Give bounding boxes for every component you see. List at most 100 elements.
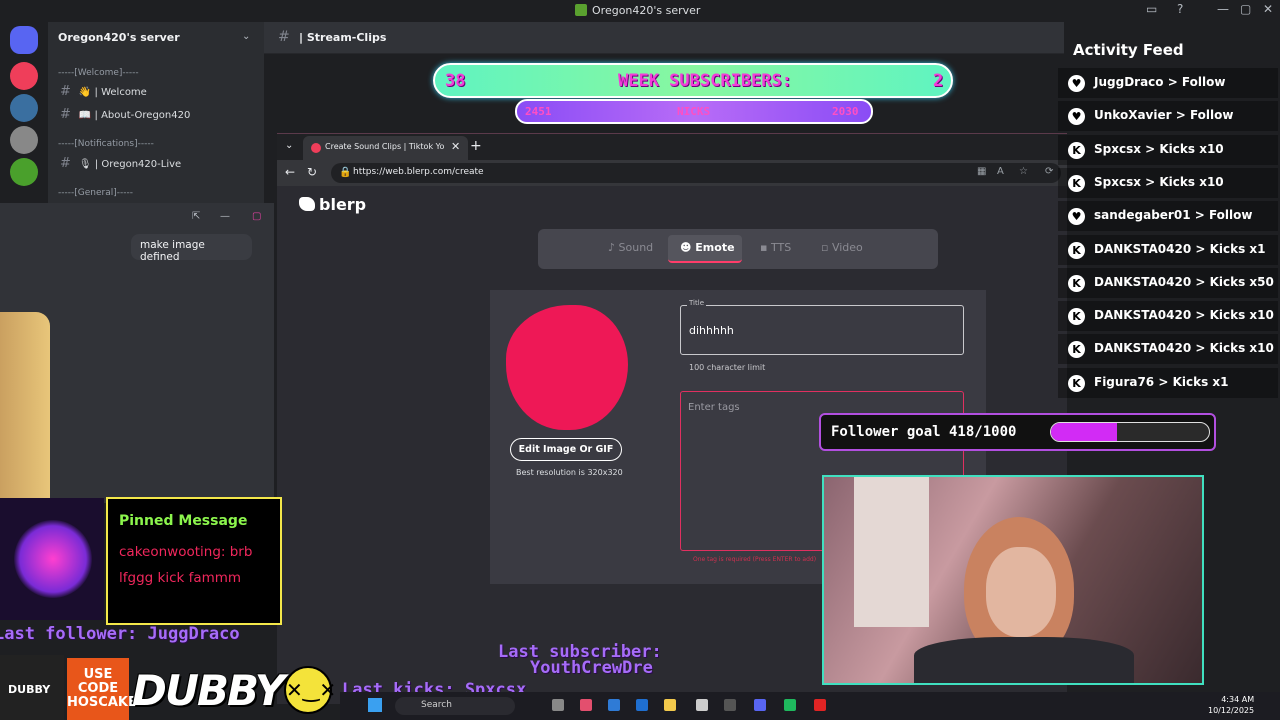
activity-feed-item: K DANKSTA0420 > Kicks x1 — [1058, 234, 1278, 265]
kick-icon: K — [1068, 274, 1085, 292]
follower-goal: Follower goal 418/1000 — [819, 413, 1216, 451]
channel-about[interactable]: # 📖 | About-Oregon420 — [60, 107, 190, 122]
activity-feed-text: Spxcsx > Kicks x10 — [1094, 141, 1224, 156]
follower-goal-fill — [1051, 423, 1118, 441]
edge-icon[interactable] — [608, 699, 620, 711]
title-label: Title — [687, 299, 707, 307]
activity-feed-item: ♥ sandegaber01 > Follow — [1058, 201, 1278, 232]
close-icon[interactable]: ✕ — [1263, 2, 1273, 16]
category-welcome[interactable]: -----[Welcome]----- — [58, 68, 139, 78]
week-bar-right: 2030 — [832, 105, 859, 118]
blerp-favicon — [311, 143, 321, 153]
hash-icon: # — [278, 29, 290, 45]
char-limit-hint: 100 character limit — [689, 363, 766, 372]
channel-welcome[interactable]: # 👋 | Welcome — [60, 84, 147, 99]
server-name[interactable]: Oregon420's server — [58, 31, 180, 44]
webcam-object — [0, 312, 50, 502]
url-field[interactable]: 🔒 https://web.blerp.com/create ▦ A ☆ ⟳ — [331, 163, 1061, 183]
server-icon-2[interactable] — [10, 94, 38, 122]
activity-feed-text: UnkoXavier > Follow — [1094, 108, 1234, 123]
app-icon-w[interactable] — [696, 699, 708, 711]
server-icon-oregon420[interactable] — [10, 158, 38, 186]
explorer-icon[interactable] — [664, 699, 676, 711]
maximize-icon[interactable]: ▢ — [1240, 2, 1251, 16]
activity-feed-item: ♥ UnkoXavier > Follow — [1058, 101, 1278, 132]
new-tab-icon[interactable]: + — [470, 138, 482, 154]
heart-icon: ♥ — [1068, 208, 1085, 226]
youtube-icon[interactable] — [814, 699, 826, 711]
title-input[interactable] — [689, 321, 949, 339]
week-sub-right-count: 2 — [933, 71, 944, 91]
taskbar-search[interactable]: Search — [395, 697, 515, 715]
window-title: Oregon420's server — [592, 4, 701, 17]
activity-feed-title: Activity Feed — [1073, 41, 1184, 59]
tab-sound[interactable]: ♪ Sound — [608, 241, 653, 254]
category-notifications[interactable]: -----[Notifications]----- — [58, 139, 154, 149]
activity-feed-item: K DANKSTA0420 > Kicks x10 — [1058, 301, 1278, 332]
activity-feed-item: K Spxcsx > Kicks x10 — [1058, 134, 1278, 165]
favorite-star-icon[interactable]: ☆ — [1019, 166, 1028, 177]
inbox-icon[interactable]: ▭ — [1146, 2, 1157, 16]
hash-icon: # — [60, 107, 71, 122]
taskbar-clock[interactable]: 4:34 AM 10/12/2025 — [1208, 694, 1254, 716]
webcam-door — [854, 477, 929, 627]
chevron-down-icon[interactable]: ⌄ — [242, 31, 250, 42]
emote-image-preview[interactable] — [506, 305, 628, 430]
tab-list-icon[interactable]: ⌄ — [285, 140, 293, 151]
browser-tab[interactable]: Create Sound Clips | Tiktok Youtube ✕ — [303, 136, 468, 160]
channel-live[interactable]: # 🎙 | Oregon420-Live — [60, 156, 181, 171]
activity-feed-text: Figura76 > Kicks x1 — [1094, 374, 1229, 389]
popout-icon[interactable]: ⇱ — [192, 211, 200, 222]
week-sub-label: WEEK SUBSCRIBERS: — [618, 71, 792, 91]
minimize-popup-icon[interactable]: — — [220, 211, 230, 222]
edit-image-button[interactable]: Edit Image Or GIF — [510, 438, 622, 461]
close-tab-icon[interactable]: ✕ — [451, 140, 460, 153]
blerp-logo-icon — [299, 197, 315, 211]
follower-goal-bar — [1050, 422, 1210, 442]
kick-icon: K — [1068, 374, 1085, 392]
tab-tts[interactable]: ▪ TTS — [760, 241, 791, 254]
title-field[interactable]: Title — [680, 299, 964, 355]
read-aloud-icon[interactable]: A — [997, 166, 1004, 177]
last-subscriber-name: YouthCrewDre — [530, 658, 653, 678]
heart-icon: ♥ — [1068, 75, 1085, 92]
pinned-body: cakeonwooting: brb lfggg kick fammm — [119, 544, 253, 586]
discord-taskbar-icon[interactable] — [754, 699, 766, 711]
server-icon-blerp[interactable] — [10, 62, 38, 90]
tab-emote[interactable]: ☻ Emote — [680, 241, 735, 254]
refresh-icon[interactable]: ↻ — [307, 165, 317, 179]
hash-icon: # — [60, 156, 71, 171]
help-icon[interactable]: ? — [1177, 2, 1183, 16]
windows-taskbar: Search 4:34 AM 10/12/2025 — [340, 692, 1280, 720]
best-resolution-hint: Best resolution is 320x320 — [516, 468, 623, 477]
webcam-shirt — [914, 637, 1134, 683]
kick-icon: K — [1068, 174, 1085, 192]
browser-tabbar: ⌄ Create Sound Clips | Tiktok Youtube ✕ … — [277, 134, 1067, 160]
back-icon[interactable]: ← — [285, 165, 295, 179]
discord-home-icon[interactable] — [10, 26, 38, 54]
channel-list: Oregon420's server ⌄ -----[Welcome]-----… — [48, 22, 264, 204]
reader-icon[interactable]: ▦ — [977, 166, 986, 177]
activity-feed: Activity Feed ♥ JuggDraco > Follow ♥ UnkoXa… — [1058, 34, 1280, 454]
kick-icon: K — [1068, 341, 1085, 359]
dubby-logo: DUBBY — [132, 666, 285, 715]
activity-feed-text: DANKSTA0420 > Kicks x10 — [1094, 308, 1274, 323]
outlook-icon[interactable] — [636, 699, 648, 711]
pinned-message: Pinned Message cakeonwooting: brb lfggg … — [106, 497, 282, 625]
chat-popup: ⇱ — ▢ make image defined — [0, 203, 274, 503]
blerp-logo[interactable]: blerp — [299, 195, 366, 214]
category-general[interactable]: -----[General]----- — [58, 188, 133, 198]
smiley-icon: ✕‿✕ — [284, 666, 336, 714]
taskview-icon[interactable] — [552, 699, 564, 711]
refresh-sync-icon[interactable]: ⟳ — [1045, 166, 1053, 177]
obs-icon[interactable] — [784, 699, 796, 711]
server-icon-3[interactable] — [10, 126, 38, 154]
windows-start-icon[interactable] — [368, 698, 382, 712]
tab-video[interactable]: ▫ Video — [821, 241, 863, 254]
settings-icon[interactable] — [724, 699, 736, 711]
clip-type-selector: ♪ Sound ☻ Emote ▪ TTS ▫ Video — [538, 229, 938, 269]
webcam-face — [986, 547, 1056, 637]
minimize-icon[interactable]: — — [1217, 2, 1229, 16]
close-popup-icon[interactable]: ▢ — [252, 211, 261, 222]
browser-taskbar-icon[interactable] — [580, 699, 592, 711]
